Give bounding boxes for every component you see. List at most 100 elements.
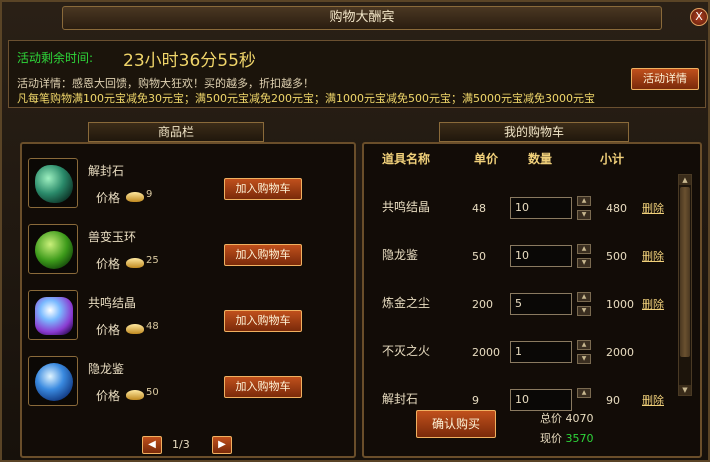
quantity-input[interactable]: 10 — [510, 197, 572, 219]
header-subtotal: 小计 — [600, 152, 625, 166]
price-label: 价格 — [96, 389, 121, 403]
ingot-icon — [126, 324, 144, 334]
product-item: 解封石 价格 9 加入购物车 — [28, 152, 350, 214]
header-name: 道具名称 — [382, 152, 431, 166]
scroll-up-icon[interactable]: ▲ — [679, 175, 691, 185]
qty-up-button[interactable]: ▲ — [577, 244, 591, 254]
cart-item-name: 炼金之尘 — [382, 296, 431, 310]
cart-list: 共鸣结晶 48 10 ▲ ▼ 480 删除 隐龙鉴 50 10 ▲ ▼ 500 … — [370, 170, 676, 411]
cart-item-name: 共鸣结晶 — [382, 200, 431, 214]
cart-row: 炼金之尘 200 5 ▲ ▼ 1000 删除 — [370, 282, 676, 322]
ingot-icon — [126, 258, 144, 268]
product-item: 兽变玉环 价格 25 加入购物车 — [28, 218, 350, 280]
cart-item-price: 200 — [472, 298, 493, 311]
cart-item-name: 解封石 — [382, 392, 419, 406]
add-to-cart-button[interactable]: 加入购物车 — [224, 310, 302, 332]
product-icon-frame[interactable] — [28, 224, 78, 274]
qty-up-button[interactable]: ▲ — [577, 292, 591, 302]
crystal-icon — [35, 297, 73, 335]
cart-item-price: 2000 — [472, 346, 500, 359]
event-detail-line1: 活动详情：感恩大回馈，购物大狂欢！买的越多，折扣越多！ — [17, 77, 314, 90]
tab-cart: 我的购物车 — [439, 122, 629, 142]
ingot-icon — [126, 390, 144, 400]
current-price: 现价 3570 — [540, 430, 594, 446]
product-panel: 解封石 价格 9 加入购物车 兽变玉环 价格 25 加入购物车 共鸣结晶 价格 … — [20, 142, 356, 458]
quantity-input[interactable]: 10 — [510, 245, 572, 267]
cart-item-price: 9 — [472, 394, 479, 407]
title-bar: 购物大酬宾 — [62, 6, 662, 30]
jade-ring-icon — [35, 231, 73, 269]
cart-item-price: 50 — [472, 250, 486, 263]
quantity-input[interactable]: 10 — [510, 389, 572, 411]
confirm-purchase-button[interactable]: 确认购买 — [416, 410, 496, 438]
cart-row: 隐龙鉴 50 10 ▲ ▼ 500 删除 — [370, 234, 676, 274]
scroll-down-icon[interactable]: ▼ — [679, 385, 691, 395]
qty-up-button[interactable]: ▲ — [577, 340, 591, 350]
shop-window: 购物大酬宾 X 活动剩余时间: 23小时36分55秒 活动详情：感恩大回馈，购物… — [0, 0, 710, 462]
qty-up-button[interactable]: ▲ — [577, 196, 591, 206]
event-detail-button[interactable]: 活动详情 — [631, 68, 699, 90]
qty-down-button[interactable]: ▼ — [577, 258, 591, 268]
product-name: 兽变玉环 — [88, 230, 137, 244]
cart-panel: 道具名称 单价 数量 小计 共鸣结晶 48 10 ▲ ▼ 480 删除 隐龙鉴 … — [362, 142, 702, 458]
quantity-input[interactable]: 1 — [510, 341, 572, 363]
qty-up-button[interactable]: ▲ — [577, 388, 591, 398]
cart-item-name: 不灭之火 — [382, 344, 431, 358]
delete-link[interactable]: 删除 — [642, 392, 664, 408]
cart-item-name: 隐龙鉴 — [382, 248, 419, 262]
product-icon-frame[interactable] — [28, 158, 78, 208]
ingot-icon — [126, 192, 144, 202]
product-price: 9 — [146, 189, 153, 200]
add-to-cart-button[interactable]: 加入购物车 — [224, 244, 302, 266]
tab-products: 商品栏 — [88, 122, 264, 142]
product-name: 隐龙鉴 — [88, 362, 125, 376]
qty-down-button[interactable]: ▼ — [577, 210, 591, 220]
header-price: 单价 — [474, 152, 499, 166]
cart-item-subtotal: 480 — [606, 202, 627, 215]
price-label: 价格 — [96, 323, 121, 337]
delete-link[interactable]: 删除 — [642, 296, 664, 312]
cart-scrollbar[interactable]: ▲ ▼ — [678, 174, 692, 396]
now-value: 3570 — [565, 432, 594, 445]
cart-row: 不灭之火 2000 1 ▲ ▼ 2000 删除 — [370, 330, 676, 370]
qty-down-button[interactable]: ▼ — [577, 354, 591, 364]
cart-item-subtotal: 90 — [606, 394, 620, 407]
product-name: 解封石 — [88, 164, 125, 178]
window-title: 购物大酬宾 — [329, 10, 395, 25]
orb-icon — [35, 363, 73, 401]
qty-down-button[interactable]: ▼ — [577, 306, 591, 316]
product-price: 25 — [146, 255, 159, 266]
delete-link[interactable]: 删除 — [642, 200, 664, 216]
remain-time-value: 23小时36分55秒 — [123, 51, 256, 71]
delete-link[interactable]: 删除 — [642, 248, 664, 264]
prev-page-button[interactable]: ◀ — [142, 436, 162, 454]
close-button[interactable]: X — [690, 8, 708, 26]
product-item: 隐龙鉴 价格 50 加入购物车 — [28, 350, 350, 412]
scroll-thumb[interactable] — [680, 187, 690, 357]
cart-row: 解封石 9 10 ▲ 90 删除 — [370, 378, 676, 411]
product-name: 共鸣结晶 — [88, 296, 137, 310]
event-detail-line2: 凡每笔购物满100元宝减免30元宝；满500元宝减免200元宝；满1000元宝减… — [17, 92, 595, 105]
product-item: 共鸣结晶 价格 48 加入购物车 — [28, 284, 350, 346]
product-price: 48 — [146, 321, 159, 332]
product-price: 50 — [146, 387, 159, 398]
cart-row: 共鸣结晶 48 10 ▲ ▼ 480 删除 — [370, 186, 676, 226]
total-value: 4070 — [565, 412, 594, 425]
quantity-input[interactable]: 5 — [510, 293, 572, 315]
cart-item-subtotal: 500 — [606, 250, 627, 263]
product-icon-frame[interactable] — [28, 356, 78, 406]
total-label: 总价 — [540, 412, 562, 425]
price-label: 价格 — [96, 191, 121, 205]
page-indicator: 1/3 — [172, 438, 190, 451]
cart-item-price: 48 — [472, 202, 486, 215]
add-to-cart-button[interactable]: 加入购物车 — [224, 376, 302, 398]
cart-item-subtotal: 1000 — [606, 298, 634, 311]
cart-item-subtotal: 2000 — [606, 346, 634, 359]
unseal-stone-icon — [35, 165, 73, 203]
cart-header: 道具名称 单价 数量 小计 — [376, 148, 676, 168]
next-page-button[interactable]: ▶ — [212, 436, 232, 454]
now-label: 现价 — [540, 432, 562, 445]
add-to-cart-button[interactable]: 加入购物车 — [224, 178, 302, 200]
product-icon-frame[interactable] — [28, 290, 78, 340]
remain-time-label: 活动剩余时间: — [17, 51, 94, 65]
